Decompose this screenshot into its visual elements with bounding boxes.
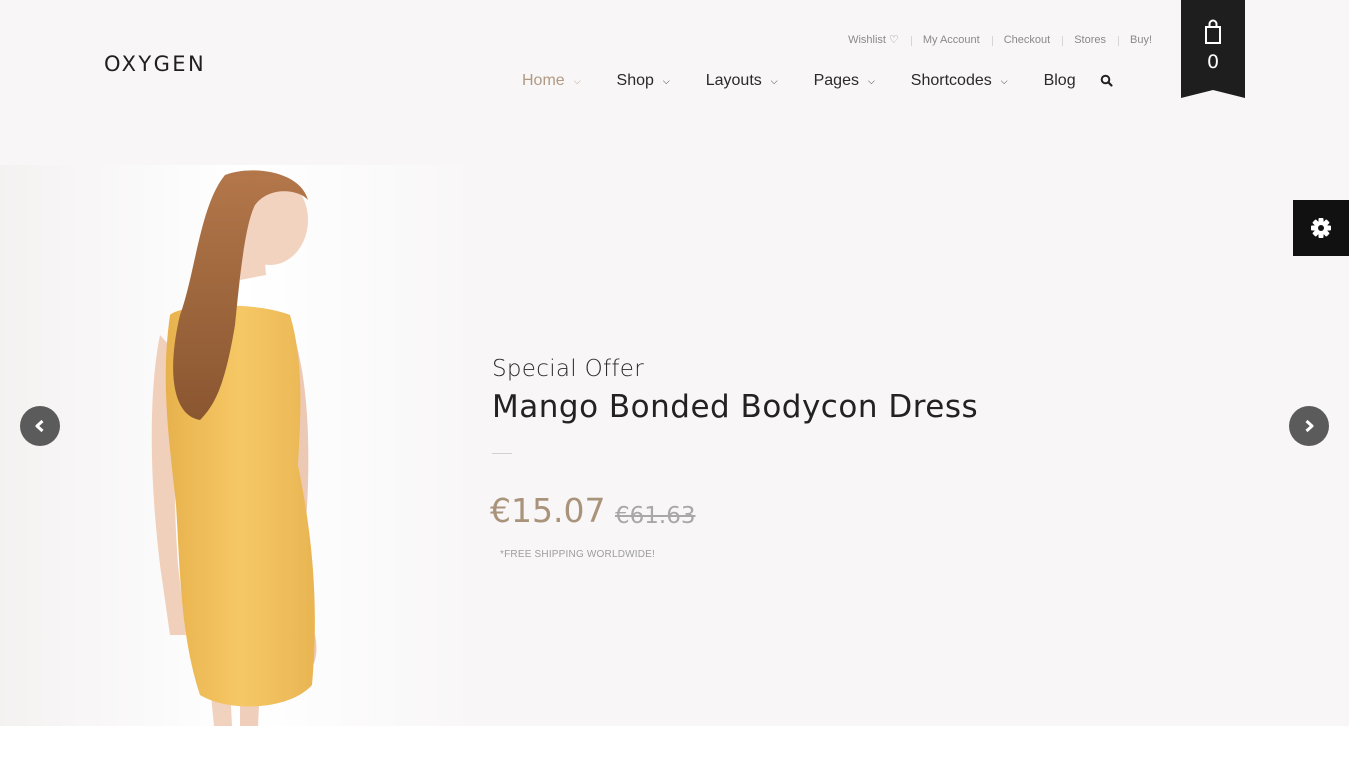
chevron-down-icon: ⌵ [867, 75, 875, 86]
chevron-down-icon: ⌵ [573, 75, 581, 86]
cart-count: 0 [1206, 51, 1220, 73]
site-logo[interactable]: OXYGEN [104, 52, 206, 76]
nav-item-pages[interactable]: Pages ⌵ [814, 72, 875, 90]
shipping-note: *FREE SHIPPING WORLDWIDE! [500, 549, 656, 560]
gear-icon [1311, 218, 1331, 238]
slide-kicker: Special Offer [492, 356, 644, 382]
my-account-link[interactable]: My Account [910, 34, 992, 46]
nav-item-label: Blog [1043, 72, 1076, 89]
product-model-image [0, 165, 485, 726]
nav-item-label: Home [522, 72, 565, 89]
original-price: €61.63 [615, 503, 696, 529]
product-title[interactable]: Mango Bonded Bodycon Dress [492, 389, 978, 425]
search-icon[interactable] [1100, 74, 1114, 88]
nav-item-shop[interactable]: Shop ⌵ [617, 72, 670, 90]
nav-item-label: Shortcodes [910, 72, 992, 89]
wishlist-link[interactable]: Wishlist ♡ [836, 33, 911, 46]
chevron-down-icon: ⌵ [662, 75, 670, 86]
checkout-link[interactable]: Checkout [991, 34, 1062, 46]
chevron-down-icon: ⌵ [770, 75, 778, 86]
heart-outline-icon: ♡ [888, 34, 899, 46]
title-divider [492, 453, 512, 454]
nav-item-layouts[interactable]: Layouts ⌵ [706, 72, 778, 90]
main-navigation: Home ⌵ Shop ⌵ Layouts ⌵ Pages ⌵ Shortcod… [522, 72, 1114, 90]
slider-prev-button[interactable] [20, 406, 60, 446]
chevron-down-icon: ⌵ [1000, 75, 1008, 86]
slider-next-button[interactable] [1289, 406, 1329, 446]
chevron-left-icon [35, 419, 44, 433]
nav-item-blog[interactable]: Blog [1044, 72, 1076, 90]
buy-link[interactable]: Buy! [1117, 34, 1152, 46]
chevron-right-icon [1305, 419, 1314, 433]
nav-item-home[interactable]: Home ⌵ [522, 72, 581, 90]
nav-item-label: Shop [616, 72, 654, 89]
stores-link[interactable]: Stores [1062, 34, 1118, 46]
top-links-bar: Wishlist ♡ My Account Checkout Stores Buy… [836, 33, 1152, 47]
sale-price: €15.07 [490, 491, 606, 530]
settings-button[interactable] [1293, 200, 1349, 256]
nav-item-shortcodes[interactable]: Shortcodes ⌵ [911, 72, 1008, 90]
nav-item-label: Layouts [705, 72, 762, 89]
cart-button[interactable]: 0 [1181, 0, 1245, 98]
nav-item-label: Pages [813, 72, 859, 89]
